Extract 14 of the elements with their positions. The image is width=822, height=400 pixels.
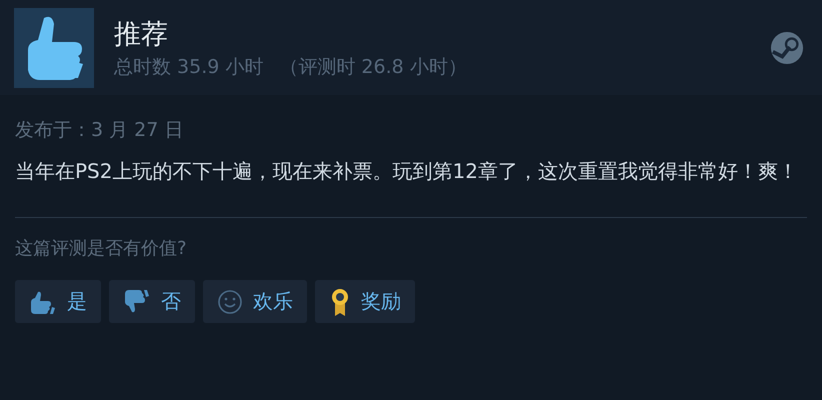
no-button[interactable]: 否 [109,280,195,323]
verdict-title: 推荐 [114,18,169,52]
review-hours: （评测时 26.8 小时） [279,54,467,80]
helpful-question: 这篇评测是否有价值? [15,237,188,260]
posted-date: 发布于：3 月 27 日 [15,118,184,143]
yes-button[interactable]: 是 [15,280,101,323]
thumbs-up-icon [14,8,94,88]
review-text: 当年在PS2上玩的不下十遍，现在来补票。玩到第12章了，这次重置我觉得非常好！爽！ [15,158,799,185]
funny-button[interactable]: 欢乐 [203,280,307,323]
smiley-icon [217,288,243,314]
award-medal-icon [329,286,351,316]
total-hours: 总时数 35.9 小时 [114,54,264,80]
award-button[interactable]: 奖励 [315,280,415,323]
steam-logo-icon [770,30,804,64]
